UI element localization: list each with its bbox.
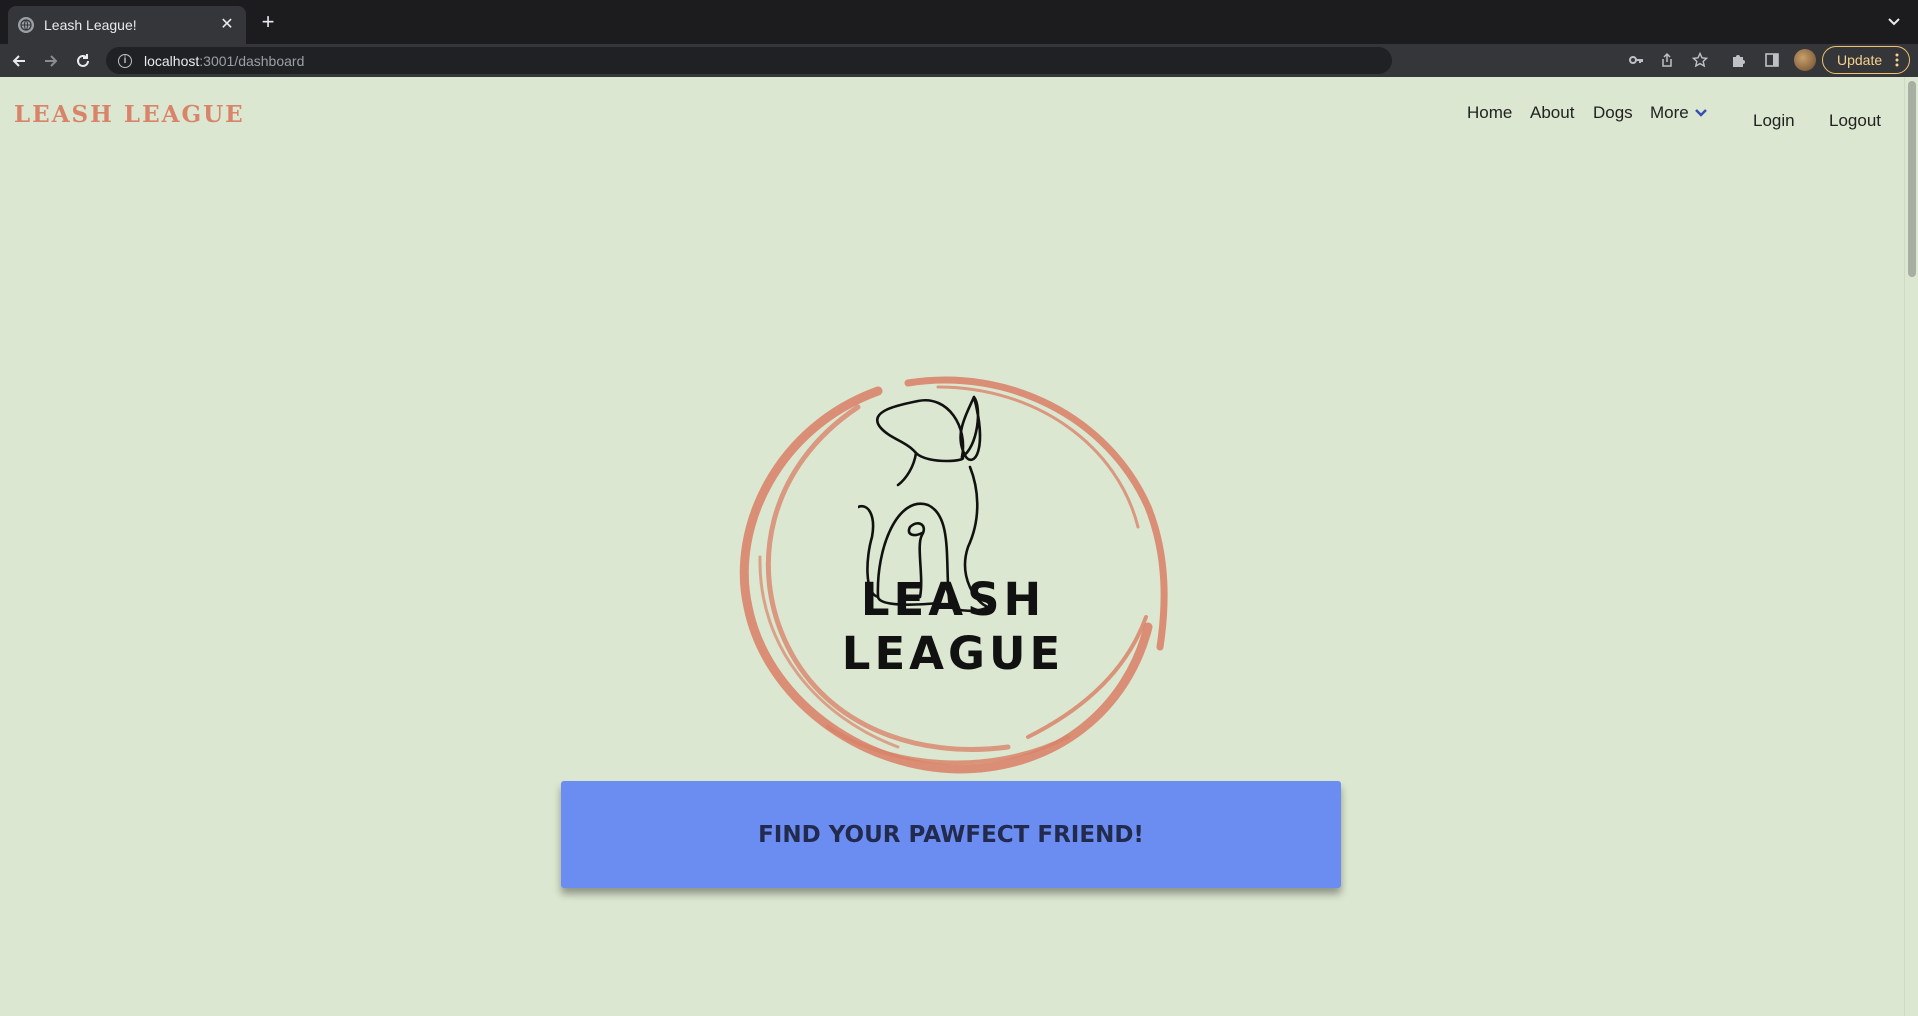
hero-logo-line1: LEASH [860,573,1046,626]
nav-login[interactable]: Login [1753,111,1795,131]
arrow-right-icon [45,55,58,67]
nav-logout[interactable]: Logout [1829,111,1881,131]
star-icon[interactable] [1690,50,1710,70]
nav-dogs[interactable]: Dogs [1593,103,1633,123]
puzzle-icon[interactable] [1729,50,1749,70]
side-panel-icon[interactable] [1762,50,1782,70]
reload-button[interactable] [70,48,96,74]
info-icon[interactable]: i [118,53,132,68]
new-tab-button[interactable]: + [256,10,280,34]
scrollbar-thumb[interactable] [1908,81,1916,277]
url-host: localhost [144,52,200,69]
nav-about[interactable]: About [1530,103,1574,123]
more-vert-icon [1895,53,1899,67]
brand-logo-text[interactable]: LEASH LEAGUE [14,101,245,128]
cta-label: FIND YOUR PAWFECT FRIEND! [758,821,1144,848]
tab-strip: Leash League! ✕ + [0,0,1918,44]
globe-icon [18,17,34,33]
nav-more[interactable]: More [1650,103,1689,123]
update-button[interactable]: Update [1822,46,1910,74]
profile-avatar[interactable] [1794,49,1816,71]
hero-logo-line2: LEAGUE [841,627,1065,680]
page-scrollbar[interactable] [1904,77,1918,1016]
close-tab-icon[interactable]: ✕ [218,16,236,34]
chevron-down-icon[interactable] [1884,12,1904,32]
url-path: :3001/dashboard [199,52,305,69]
find-pawfect-friend-button[interactable]: FIND YOUR PAWFECT FRIEND! [561,781,1341,888]
tab-title: Leash League! [44,17,137,33]
address-bar[interactable]: i localhost:3001/dashboard [106,47,1392,74]
forward-button[interactable] [38,48,64,74]
update-label: Update [1837,52,1883,68]
back-button[interactable] [6,48,32,74]
browser-toolbar: i localhost:3001/dashboard Update [0,44,1918,77]
hero-logo: LEASH LEAGUE [708,307,1198,797]
share-icon[interactable] [1657,50,1677,70]
arrow-left-icon [12,55,25,67]
page: LEASH LEAGUE Home About Dogs More Login … [0,77,1904,1016]
browser-chrome: Leash League! ✕ + i localhost:3001/dashb… [0,0,1918,77]
key-icon[interactable] [1626,50,1646,70]
reload-icon [77,54,89,67]
chevron-down-icon[interactable] [1694,108,1708,118]
browser-tab[interactable]: Leash League! ✕ [8,6,246,44]
nav-home[interactable]: Home [1467,103,1512,123]
